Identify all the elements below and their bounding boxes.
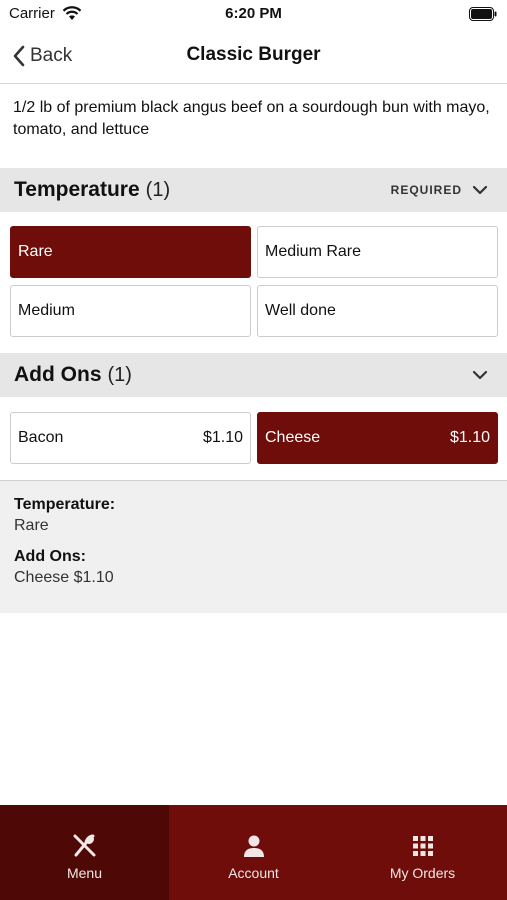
chevron-down-icon bbox=[472, 185, 488, 195]
grid-icon bbox=[412, 836, 433, 856]
option-rare[interactable]: Rare bbox=[10, 226, 251, 278]
option-medium[interactable]: Medium bbox=[10, 285, 251, 337]
summary-add-ons-value: Cheese $1.10 bbox=[14, 569, 114, 586]
utensils-icon bbox=[73, 834, 95, 857]
tab-my-orders[interactable]: My Orders bbox=[338, 805, 507, 900]
option-label: Cheese bbox=[265, 429, 321, 446]
section-header-temperature[interactable]: Temperature (1) REQUIRED bbox=[0, 168, 507, 212]
clock: 6:20 PM bbox=[225, 5, 282, 22]
option-well-done[interactable]: Well done bbox=[257, 285, 498, 337]
option-label: Rare bbox=[18, 243, 53, 260]
tab-label: Menu bbox=[66, 865, 103, 881]
tab-label: Account bbox=[228, 865, 279, 881]
tab-menu[interactable]: Menu bbox=[0, 805, 169, 900]
summary-add-ons-label: Add Ons: bbox=[14, 548, 86, 565]
option-price: $1.10 bbox=[449, 429, 490, 446]
required-badge: REQUIRED bbox=[390, 183, 462, 197]
tab-account[interactable]: Account bbox=[169, 805, 338, 900]
option-label: Bacon bbox=[18, 429, 64, 446]
section-title: Temperature bbox=[14, 178, 140, 201]
section-header-add-ons[interactable]: Add Ons (1) bbox=[0, 353, 507, 397]
person-icon bbox=[243, 835, 264, 857]
section-count: (1) bbox=[145, 178, 171, 201]
summary-temperature-value: Rare bbox=[14, 517, 49, 534]
option-label: Medium bbox=[18, 302, 75, 319]
section-count: (1) bbox=[107, 363, 132, 386]
option-price: $1.10 bbox=[202, 429, 243, 446]
item-description: 1/2 lb of premium black angus beef on a … bbox=[13, 99, 490, 138]
screen: Carrier 6:20 PM Back Classic Burger 1/2 … bbox=[0, 0, 507, 900]
option-label: Well done bbox=[265, 302, 336, 319]
option-bacon[interactable]: Bacon $1.10 bbox=[10, 412, 251, 464]
back-button[interactable]: Back bbox=[12, 42, 72, 70]
navigation-bar: Back Classic Burger bbox=[0, 30, 507, 84]
status-bar: Carrier 6:20 PM bbox=[0, 0, 507, 30]
tab-label: My Orders bbox=[389, 865, 456, 881]
option-label: Medium Rare bbox=[265, 243, 362, 260]
summary-temperature-label: Temperature: bbox=[14, 496, 116, 513]
page-title: Classic Burger bbox=[186, 44, 321, 65]
back-label: Back bbox=[30, 45, 73, 66]
option-cheese[interactable]: Cheese $1.10 bbox=[257, 412, 498, 464]
tab-bar: Menu Account My Orders bbox=[0, 805, 507, 900]
chevron-down-icon bbox=[472, 370, 488, 380]
chevron-left-icon bbox=[13, 45, 25, 67]
option-medium-rare[interactable]: Medium Rare bbox=[257, 226, 498, 278]
section-title: Add Ons bbox=[14, 363, 102, 386]
selection-summary: Temperature: Rare Add Ons: Cheese $1.10 bbox=[0, 480, 507, 613]
battery-icon bbox=[469, 7, 497, 21]
